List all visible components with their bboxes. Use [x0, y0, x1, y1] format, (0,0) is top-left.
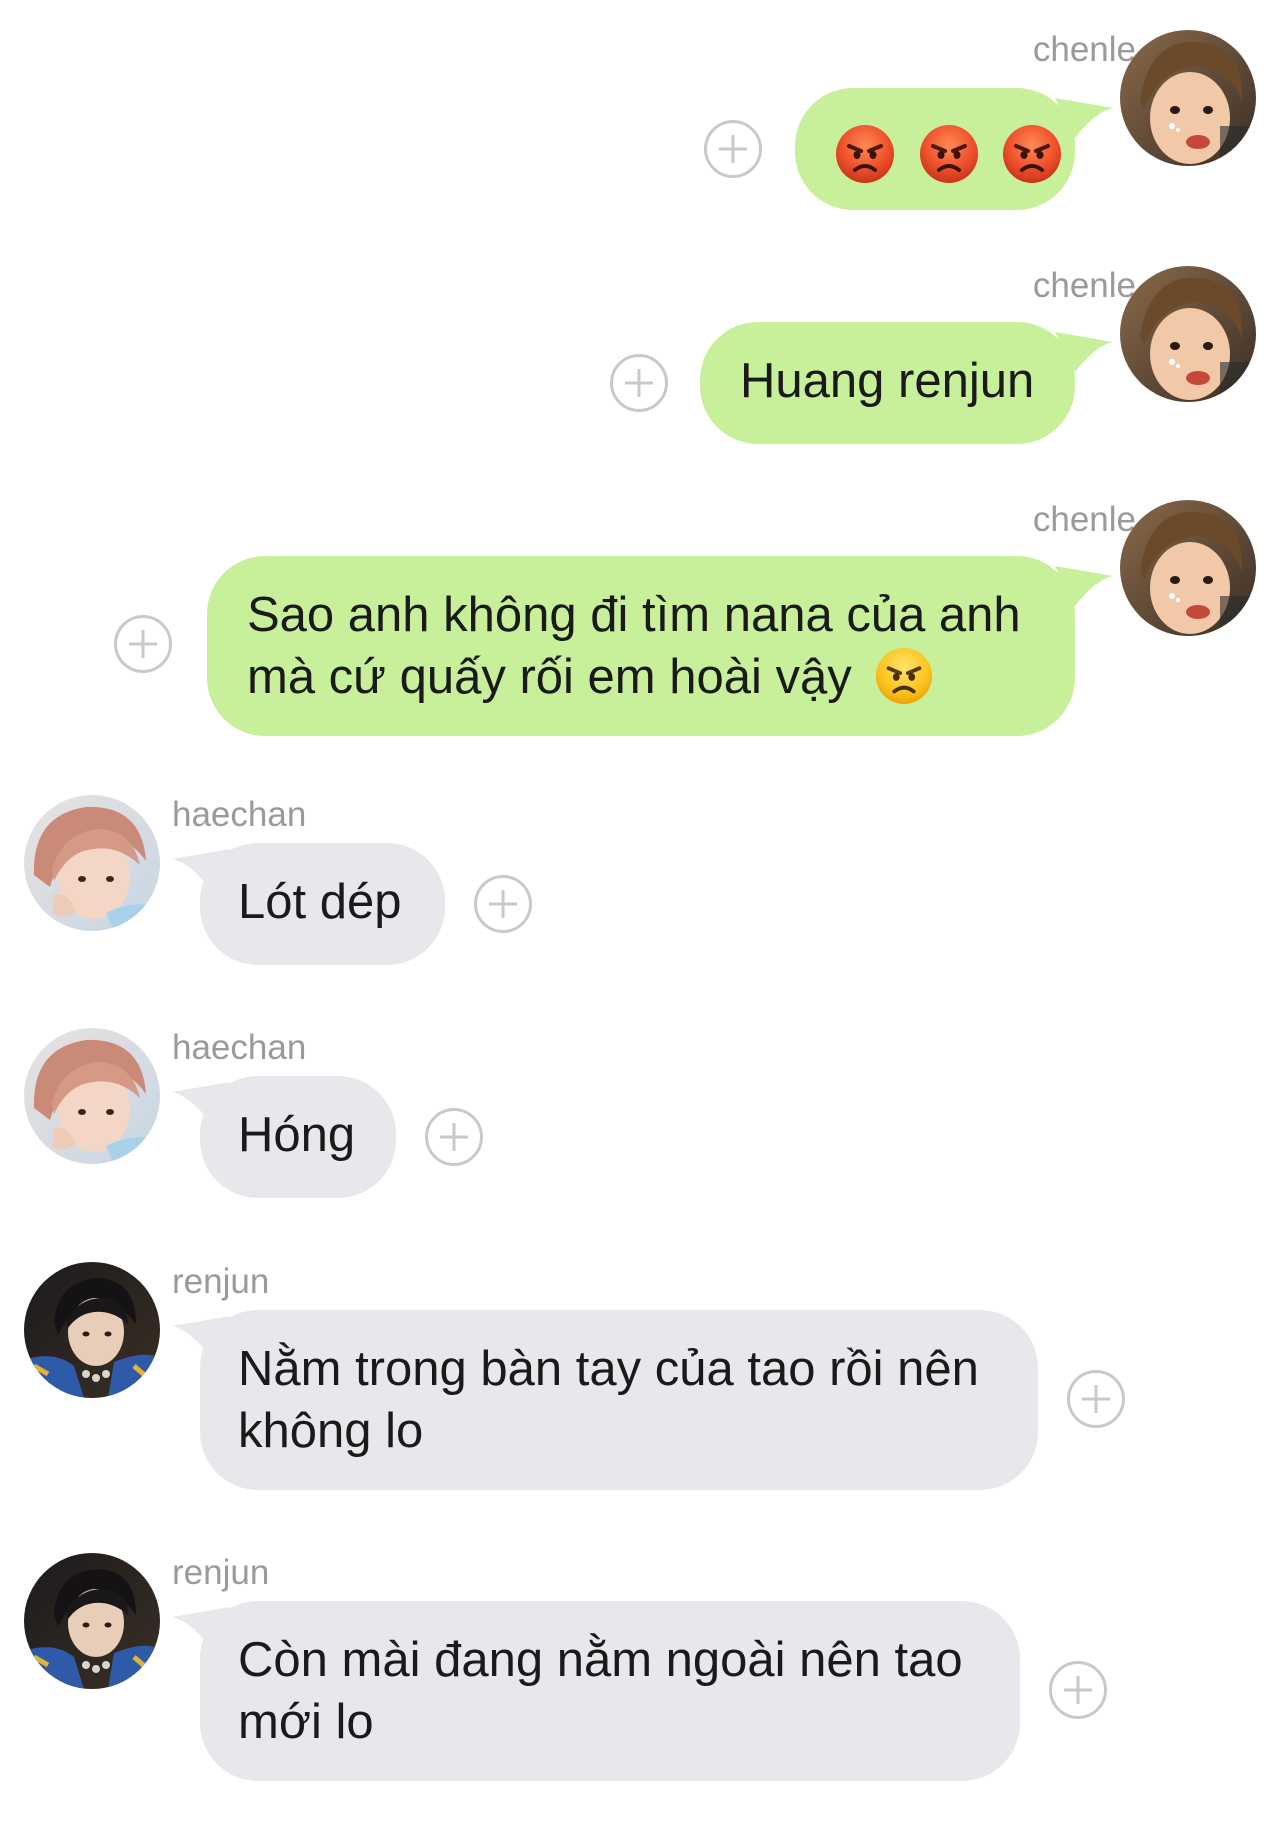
message-row: haechan Lót dép	[0, 795, 1284, 985]
message-text: Huang renjun	[740, 354, 1035, 408]
message-bubble[interactable]	[795, 88, 1075, 210]
avatar-renjun[interactable]	[24, 1553, 160, 1689]
message-text-line1: Nằm trong bàn tay của tao rồi nên	[238, 1342, 979, 1396]
message-row: renjun Nằm trong bàn tay của tao rồi nên…	[0, 1262, 1284, 1512]
avatar-haechan[interactable]	[24, 795, 160, 931]
angry-face-red-icon	[835, 124, 895, 184]
message-text-line2: mà cứ quấy rối em hoài vậy	[247, 646, 1075, 708]
message-row: renjun Còn mài đang nằm ngoài nên tao mớ…	[0, 1553, 1284, 1803]
angry-face-yellow-icon	[875, 647, 933, 705]
sender-name: chenle	[1032, 266, 1136, 305]
sender-name: chenle	[1032, 30, 1136, 69]
message-text-line2: mới lo	[238, 1695, 374, 1749]
plus-circle-icon[interactable]	[474, 875, 532, 933]
avatar-chenle[interactable]	[1120, 500, 1256, 636]
message-bubble[interactable]: Hóng	[200, 1076, 396, 1198]
message-bubble[interactable]: Huang renjun	[700, 322, 1075, 444]
message-row: chenle Sao anh không đi tìm nana của anh…	[0, 500, 1284, 750]
message-bubble[interactable]: Còn mài đang nằm ngoài nên tao mới lo	[200, 1601, 1020, 1781]
message-text: Lót dép	[238, 875, 402, 929]
sender-name: haechan	[172, 1028, 307, 1067]
message-text-line1: Sao anh không đi tìm nana của anh	[247, 588, 1021, 642]
angry-face-red-icon	[1002, 124, 1062, 184]
message-text: mà cứ quấy rối em hoài vậy	[247, 650, 852, 704]
message-bubble[interactable]: Sao anh không đi tìm nana của anh mà cứ …	[207, 556, 1075, 736]
message-bubble[interactable]: Nằm trong bàn tay của tao rồi nên không …	[200, 1310, 1038, 1490]
plus-circle-icon[interactable]	[114, 615, 172, 673]
message-row: haechan Hóng	[0, 1028, 1284, 1218]
message-text-line2: không lo	[238, 1404, 424, 1458]
message-bubble[interactable]: Lót dép	[200, 843, 445, 965]
bubble-tail	[1055, 566, 1115, 606]
emoji-group	[835, 120, 1062, 184]
sender-name: renjun	[172, 1553, 270, 1592]
message-text: Hóng	[238, 1108, 356, 1162]
plus-circle-icon[interactable]	[1067, 1370, 1125, 1428]
avatar-chenle[interactable]	[1120, 30, 1256, 166]
avatar-haechan[interactable]	[24, 1028, 160, 1164]
sender-name: renjun	[172, 1262, 270, 1301]
message-row: chenle	[0, 30, 1284, 220]
sender-name: haechan	[172, 795, 307, 834]
plus-circle-icon[interactable]	[425, 1108, 483, 1166]
bubble-tail	[1055, 332, 1115, 372]
avatar-chenle[interactable]	[1120, 266, 1256, 402]
message-row: chenle Huang renjun	[0, 266, 1284, 456]
message-text-line1: Còn mài đang nằm ngoài nên tao	[238, 1633, 963, 1687]
plus-circle-icon[interactable]	[610, 354, 668, 412]
plus-circle-icon[interactable]	[704, 120, 762, 178]
bubble-tail	[1055, 98, 1115, 138]
angry-face-red-icon	[919, 124, 979, 184]
avatar-renjun[interactable]	[24, 1262, 160, 1398]
plus-circle-icon[interactable]	[1049, 1661, 1107, 1719]
sender-name: chenle	[1032, 500, 1136, 539]
